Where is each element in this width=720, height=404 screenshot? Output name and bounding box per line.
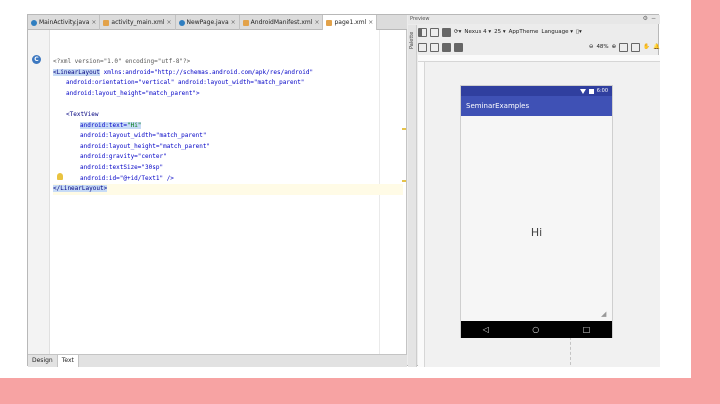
zoom-actual-icon[interactable] [631, 42, 641, 52]
device-frame-icon[interactable]: ▯▾ [576, 29, 582, 35]
tab-label: page1.xml [334, 18, 367, 26]
close-icon[interactable]: × [91, 16, 96, 30]
vertical-ruler [418, 62, 425, 367]
zoom-in-icon[interactable]: ⊕ [612, 44, 617, 50]
minimize-icon[interactable]: − [651, 15, 656, 22]
code-tag: <LinearLayout [53, 68, 100, 76]
code-line: android:layout_height="match_parent" [80, 142, 211, 150]
preview-design-icon[interactable] [418, 42, 427, 52]
code-line: android:orientation="vertical" android:l… [66, 79, 305, 87]
device-preview: 6:00 SeminarExamples Hi ◁ ○ □ [460, 85, 613, 338]
zoom-fit-icon[interactable] [619, 42, 629, 52]
code-line: </LinearLayout> [53, 184, 403, 195]
xml-file-icon [242, 19, 249, 26]
preview-layout-icon[interactable] [454, 42, 463, 52]
tab-label: NewPage.java [186, 18, 229, 26]
code-tag: </LinearLayout> [53, 185, 108, 193]
ide-window: MainActivity.java × activity_main.xml × … [27, 14, 660, 367]
wifi-icon [579, 88, 586, 94]
slide: MainActivity.java × activity_main.xml × … [0, 0, 720, 404]
pan-icon[interactable]: ✋ [643, 44, 650, 50]
slide-accent-right [691, 0, 720, 404]
tab-main-activity[interactable]: MainActivity.java × [28, 15, 101, 30]
code-attr: xmlns:android="http://schemas.android.co… [99, 68, 314, 76]
editor-gutter: C [28, 30, 50, 354]
tab-page1-xml[interactable]: page1.xml × [323, 15, 378, 30]
tab-design[interactable]: Design [28, 355, 58, 367]
code-attr: android:text= [80, 121, 127, 129]
code-line: <LinearLayout xmlns:android="http://sche… [53, 68, 403, 79]
zoom-out-icon[interactable]: ⊖ [589, 44, 594, 50]
tab-text[interactable]: Text [57, 355, 79, 367]
layout-icon[interactable] [418, 27, 427, 37]
code-value: "Hi" [126, 121, 142, 129]
palette-label: Palette [409, 31, 415, 49]
editor-mode-tabs: Design Text [28, 354, 407, 367]
tab-label: AndroidManifest.xml [250, 18, 313, 26]
xml-file-icon [326, 19, 333, 26]
slide-accent-bottom [0, 378, 720, 404]
orientation-icon[interactable] [442, 27, 451, 37]
theme-selector[interactable]: AppTheme [509, 29, 539, 35]
close-icon[interactable]: × [231, 16, 236, 30]
recents-icon: □ [582, 325, 591, 334]
device-selector[interactable]: Nexus 4 ▾ [464, 29, 491, 35]
back-icon: ◁ [482, 325, 489, 334]
preview-title: Preview [408, 15, 660, 24]
rotate-icon[interactable]: ⟳▾ [454, 29, 461, 35]
preview-zoom-toolbar: ⊖ 48% ⊕ ✋ 🔔 [418, 40, 660, 54]
code-line: android:text="Hi" [53, 121, 403, 132]
battery-icon [588, 88, 594, 94]
code-line: android:id="@+id/Text1" /> [80, 174, 174, 182]
notification-icon[interactable]: 🔔 [653, 44, 660, 50]
zoom-level: 48% [596, 44, 609, 50]
language-selector[interactable]: Language ▾ [541, 29, 573, 35]
preview-both-icon[interactable] [442, 42, 451, 52]
code-line: <?xml version="1.0" encoding="utf-8"?> [53, 58, 191, 65]
code-line: <TextView [66, 110, 99, 118]
resize-handle-icon[interactable]: ◢ [601, 310, 606, 318]
editor-tab-bar: MainActivity.java × activity_main.xml × … [28, 15, 407, 30]
code-lines: <?xml version="1.0" encoding="utf-8"?> <… [53, 57, 403, 195]
code-line: android:gravity="center" [80, 153, 167, 161]
class-marker-icon[interactable]: C [32, 55, 41, 64]
tab-label: MainActivity.java [39, 18, 90, 26]
app-bar-title: SeminarExamples [461, 96, 612, 116]
tab-android-manifest[interactable]: AndroidManifest.xml × [240, 15, 324, 30]
api-selector[interactable]: 25 ▾ [494, 29, 506, 35]
home-icon: ○ [532, 325, 540, 334]
navigation-bar: ◁ ○ □ [461, 321, 612, 338]
close-icon[interactable]: × [368, 16, 373, 30]
xml-file-icon [103, 19, 110, 26]
tab-activity-main-xml[interactable]: activity_main.xml × [100, 15, 176, 30]
code-line: android:layout_width="match_parent" [80, 132, 207, 140]
preview-canvas[interactable]: 6:00 SeminarExamples Hi ◁ ○ □ ◢ [418, 55, 660, 367]
palette-sidebar[interactable]: Palette [408, 25, 417, 367]
code-editor[interactable]: C <?xml version="1.0" encoding="utf-8"?>… [28, 30, 407, 354]
tab-new-page[interactable]: NewPage.java × [176, 15, 240, 30]
tab-label: activity_main.xml [111, 18, 165, 26]
preview-blueprint-icon[interactable] [430, 42, 439, 52]
preview-toolbar: ⟳▾ Nexus 4 ▾ 25 ▾ AppTheme Language ▾ ▯▾ [418, 25, 660, 39]
class-icon [178, 19, 185, 26]
code-line: android:textSize="30sp" [80, 163, 164, 171]
close-icon[interactable]: × [167, 16, 172, 30]
horizontal-ruler [418, 55, 660, 62]
gear-icon[interactable]: ⚙ [643, 15, 648, 22]
class-icon [31, 19, 37, 26]
status-bar: 6:00 [461, 86, 612, 96]
close-icon[interactable]: × [314, 16, 319, 30]
code-line: android:layout_height="match_parent"> [66, 89, 200, 97]
preview-textview[interactable]: Hi [461, 226, 612, 239]
status-time: 6:00 [596, 88, 608, 94]
grid-icon[interactable] [430, 27, 439, 37]
